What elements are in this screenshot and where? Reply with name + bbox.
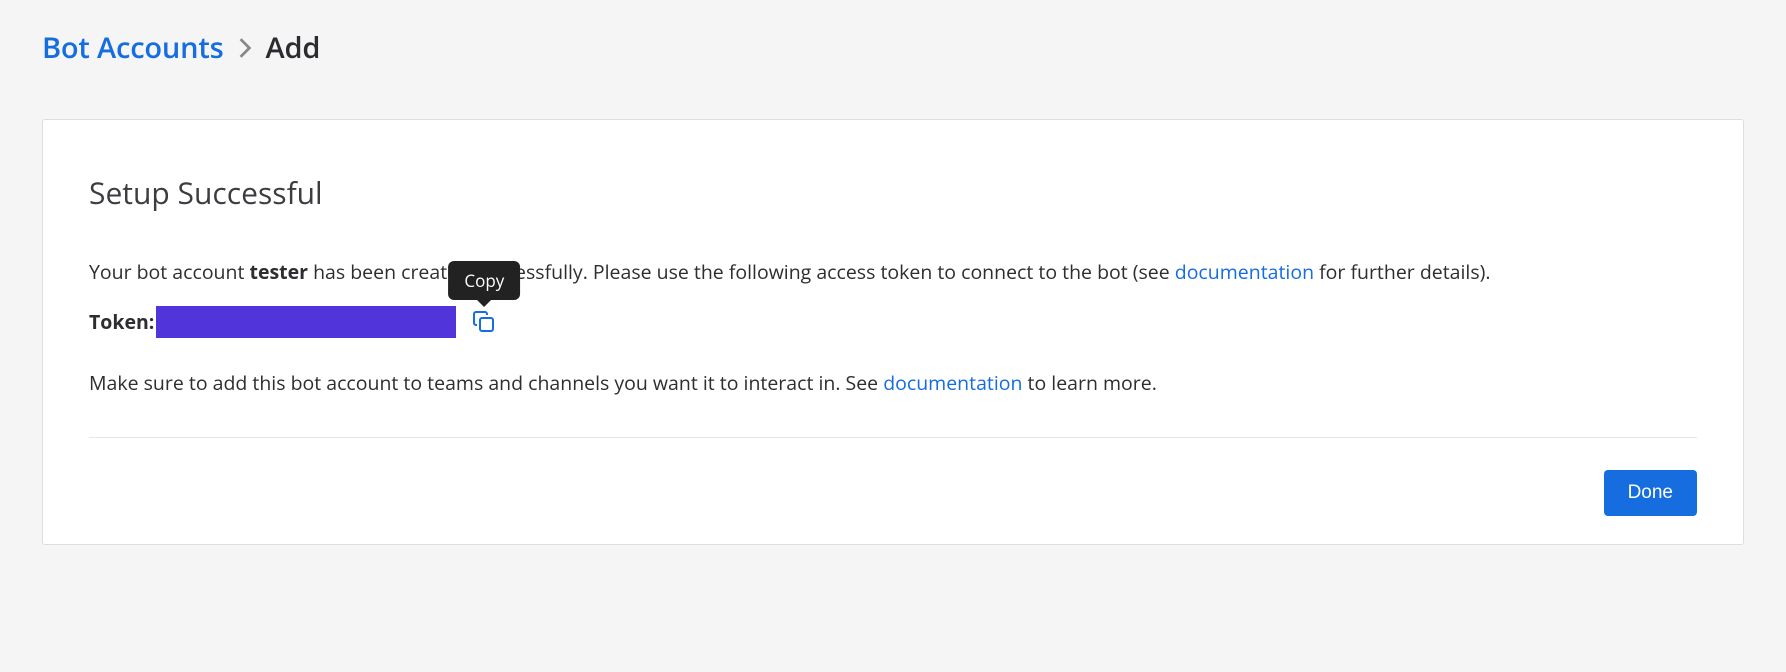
breadcrumb-current: Add	[266, 28, 321, 67]
bot-name: tester	[250, 258, 309, 285]
chevron-right-icon	[238, 37, 252, 59]
copy-wrapper: Copy	[472, 310, 496, 334]
documentation-link[interactable]: documentation	[883, 369, 1022, 396]
token-row: Token: Copy	[89, 306, 1697, 338]
msg-text: has been created successfully. Please us…	[308, 258, 1175, 285]
breadcrumb-parent-link[interactable]: Bot Accounts	[42, 28, 224, 67]
token-label: Token:	[89, 308, 154, 335]
panel-footer: Done	[89, 470, 1697, 516]
msg-text: Your bot account	[89, 258, 250, 285]
msg-text: for further details).	[1314, 258, 1490, 285]
page-root: Bot Accounts Add Setup Successful Your b…	[0, 0, 1786, 585]
instruction-message: Make sure to add this bot account to tea…	[89, 368, 1697, 399]
done-button[interactable]: Done	[1604, 470, 1697, 516]
msg-text: Make sure to add this bot account to tea…	[89, 369, 883, 396]
msg-text: to learn more.	[1022, 369, 1156, 396]
setup-panel: Setup Successful Your bot account tester…	[42, 119, 1744, 545]
breadcrumb: Bot Accounts Add	[42, 28, 1744, 67]
success-message: Your bot account tester has been created…	[89, 257, 1697, 288]
panel-title: Setup Successful	[89, 172, 1697, 213]
divider	[89, 437, 1697, 438]
copy-tooltip: Copy	[448, 261, 520, 300]
documentation-link[interactable]: documentation	[1175, 258, 1314, 285]
token-value-redacted	[156, 306, 456, 338]
